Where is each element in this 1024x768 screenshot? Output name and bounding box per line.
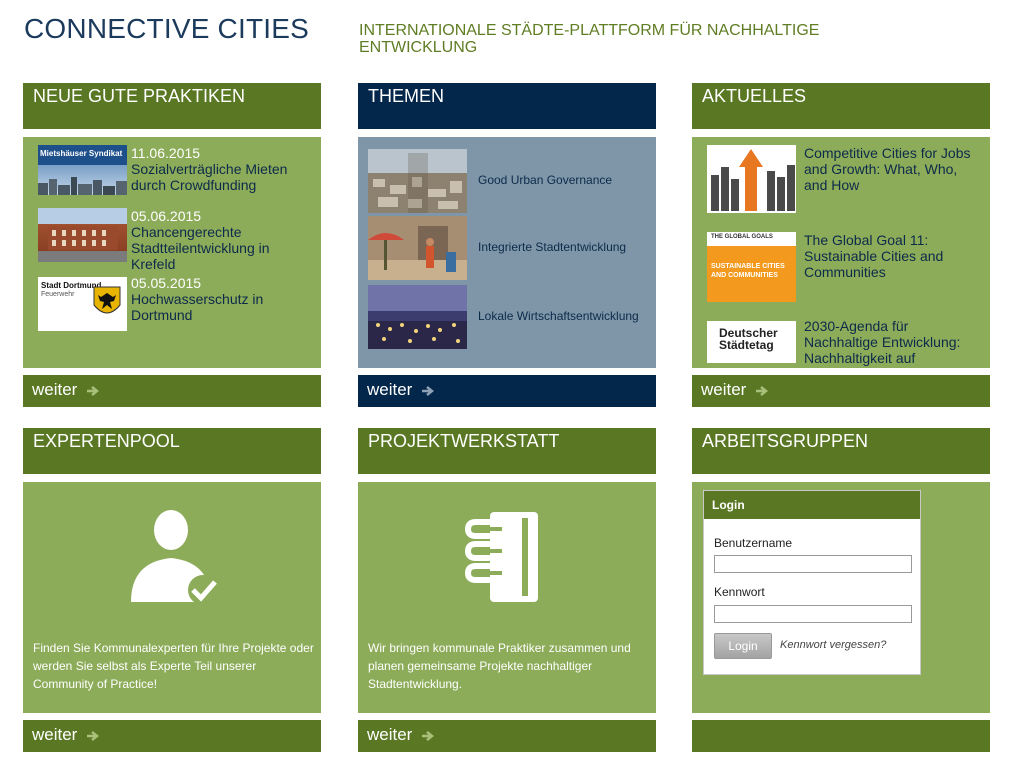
theme-label[interactable]: Integrierte Stadtentwicklung xyxy=(478,240,626,254)
city-aerial-image xyxy=(368,149,467,213)
workshop-more-link[interactable]: weiter xyxy=(358,720,656,752)
growth-chart-image xyxy=(711,149,795,211)
login-form: Login Benutzername Kennwort Login Kennwo… xyxy=(703,490,921,675)
news-more-link[interactable]: weiter xyxy=(692,375,990,407)
news-title[interactable]: The Global Goal 11: Sustainable Cities a… xyxy=(804,232,984,280)
practice-date: 11.06.2015 xyxy=(131,145,201,161)
news-heading[interactable]: AKTUELLES xyxy=(692,83,990,129)
news-thumbnail-label: Deutscher Städtetag xyxy=(719,326,778,352)
login-title: Login xyxy=(704,491,920,519)
arrow-right-icon xyxy=(87,730,100,741)
practice-thumbnail-label: Mietshäuser Syndikat xyxy=(40,149,123,158)
practice-entry[interactable]: 11.06.2015 Sozialverträgliche Mieten dur… xyxy=(131,145,301,193)
practice-thumbnail-sublabel: Feuerwehr xyxy=(41,291,75,298)
arrow-right-icon xyxy=(756,385,769,396)
skyline-image xyxy=(38,177,127,195)
practice-thumbnail-dortmund[interactable]: Stadt Dortmund Feuerwehr xyxy=(38,277,127,331)
eagle-crest-icon xyxy=(93,286,121,314)
practice-entry[interactable]: 05.05.2015 Hochwasserschutz in Dortmund xyxy=(131,275,301,323)
practices-more-link[interactable]: weiter xyxy=(23,375,321,407)
news-panel: Competitive Cities for Jobs and Growth: … xyxy=(692,137,990,368)
practice-entry[interactable]: 05.06.2015 Chancengerechte Stadtteilentw… xyxy=(131,208,301,272)
notebook-icon[interactable] xyxy=(462,510,552,606)
theme-item-economy[interactable]: Lokale Wirtschaftsentwicklung xyxy=(368,285,648,349)
password-label: Kennwort xyxy=(714,585,765,599)
practices-heading[interactable]: NEUE GUTE PRAKTIKEN xyxy=(23,83,321,129)
more-label: weiter xyxy=(701,380,747,399)
night-market-image xyxy=(368,285,467,349)
news-title[interactable]: Competitive Cities for Jobs and Growth: … xyxy=(804,145,984,193)
practice-title[interactable]: Hochwasserschutz in Dortmund xyxy=(131,291,301,323)
practice-title[interactable]: Chancengerechte Stadtteilentwicklung in … xyxy=(131,224,301,272)
more-label: weiter xyxy=(367,380,413,399)
more-label: weiter xyxy=(32,380,78,399)
themes-panel: Good Urban Governance Integrierte Stadte… xyxy=(358,137,656,368)
forgot-password-link[interactable]: Kennwort vergessen? xyxy=(780,639,886,651)
practice-date: 05.06.2015 xyxy=(131,208,202,224)
arrow-right-icon xyxy=(422,730,435,741)
practices-panel: Mietshäuser Syndikat 11.06.2015 Sozialve… xyxy=(23,137,321,368)
news-title[interactable]: 2030-Agenda für Nachhaltige Entwicklung:… xyxy=(804,318,984,366)
practice-thumbnail-syndikat[interactable]: Mietshäuser Syndikat xyxy=(38,145,127,195)
more-label: weiter xyxy=(32,725,78,744)
practice-title[interactable]: Sozialverträgliche Mieten durch Crowdfun… xyxy=(131,161,301,193)
workshop-panel: Wir bringen kommunale Praktiker zusammen… xyxy=(358,482,656,713)
experts-more-link[interactable]: weiter xyxy=(23,720,321,752)
username-input[interactable] xyxy=(714,555,912,573)
experts-panel: Finden Sie Kommunalexperten für Ihre Pro… xyxy=(23,482,321,713)
arrow-right-icon xyxy=(87,385,100,396)
expert-user-check-icon[interactable] xyxy=(123,510,223,605)
groups-footer-bar xyxy=(692,720,990,752)
news-thumbnail-staedtetag[interactable]: Deutscher Städtetag xyxy=(707,321,796,363)
experts-heading[interactable]: EXPERTENPOOL xyxy=(23,428,321,474)
username-label: Benutzername xyxy=(714,536,793,550)
news-thumbnail-top: THE GLOBAL GOALS xyxy=(711,234,773,240)
password-input[interactable] xyxy=(714,605,912,623)
news-thumbnail-goal11[interactable]: THE GLOBAL GOALS SUSTAINABLE CITIES AND … xyxy=(707,232,796,302)
building-image xyxy=(48,226,118,250)
theme-label[interactable]: Lokale Wirtschaftsentwicklung xyxy=(478,309,639,323)
site-tagline: INTERNATIONALE STÄDTE-PLATTFORM FÜR NACH… xyxy=(359,22,820,56)
news-thumbnail-label: SUSTAINABLE CITIES AND COMMUNITIES xyxy=(711,263,785,279)
login-button[interactable]: Login xyxy=(714,633,772,659)
workshop-heading[interactable]: PROJEKTWERKSTATT xyxy=(358,428,656,474)
arrow-right-icon xyxy=(422,385,435,396)
themes-heading[interactable]: THEMEN xyxy=(358,83,656,129)
more-label: weiter xyxy=(367,725,413,744)
site-title[interactable]: CONNECTIVE CITIES xyxy=(24,13,309,45)
news-thumbnail-growth[interactable] xyxy=(707,145,796,213)
practice-date: 05.05.2015 xyxy=(131,275,202,291)
theme-item-governance[interactable]: Good Urban Governance xyxy=(368,149,648,213)
groups-heading[interactable]: ARBEITSGRUPPEN xyxy=(692,428,990,474)
workshop-description: Wir bringen kommunale Praktiker zusammen… xyxy=(368,641,631,691)
practice-thumbnail-krefeld[interactable] xyxy=(38,208,127,262)
themes-more-link[interactable]: weiter xyxy=(358,375,656,407)
street-market-image xyxy=(368,216,467,280)
theme-label[interactable]: Good Urban Governance xyxy=(478,173,612,187)
theme-item-integrated[interactable]: Integrierte Stadtentwicklung xyxy=(368,216,648,280)
experts-description: Finden Sie Kommunalexperten für Ihre Pro… xyxy=(33,641,314,691)
